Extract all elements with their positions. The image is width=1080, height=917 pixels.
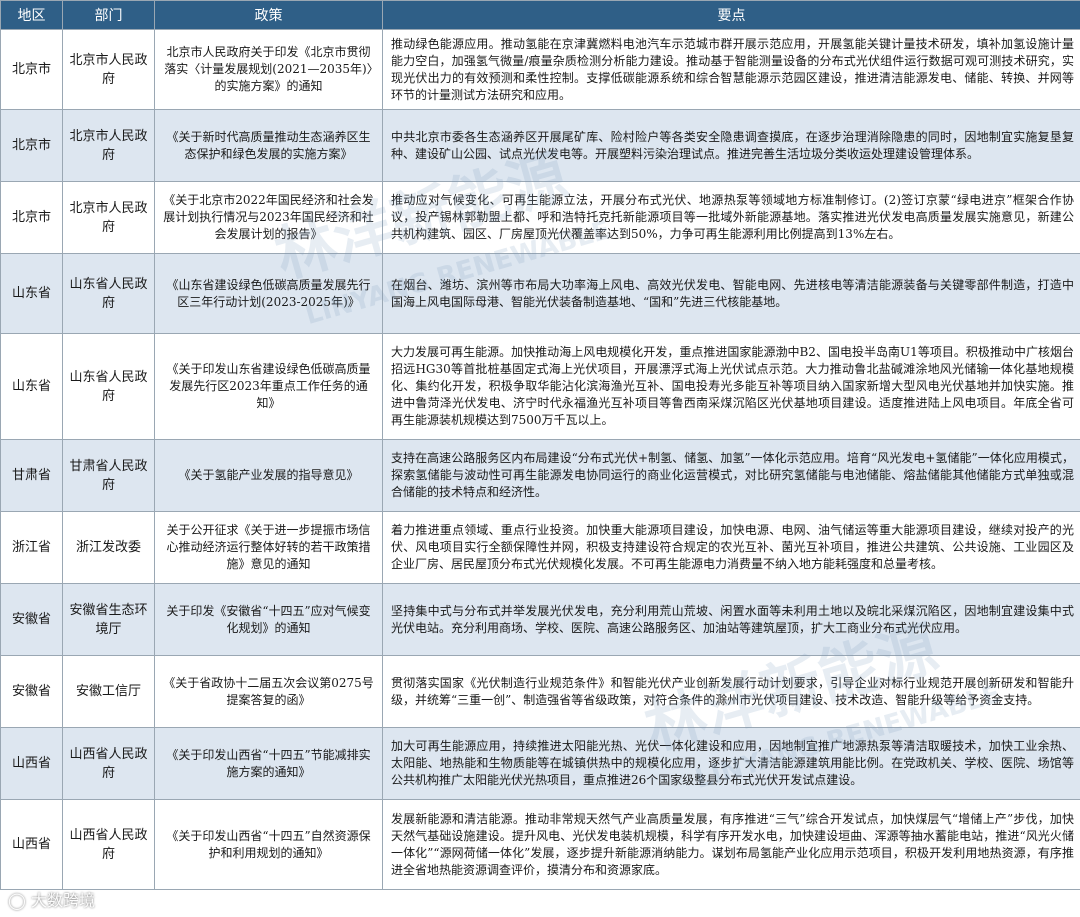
table-row: 甘肃省 甘肃省人民政府 《关于氢能产业发展的指导意见》 支持在高速公路服务区内布… [0,439,1080,512]
cell-points: 推动绿色能源应用。推动氢能在京津冀燃料电池汽车示范城市群开展示范应用，开展氢能关… [382,29,1080,110]
cell-dept: 山西省人民政府 [62,727,155,800]
cell-region: 山西省 [0,799,63,890]
cell-points: 贯彻落实国家《光伏制造行业规范条件》和智能光伏产业创新发展行动计划要求，引导企业… [382,655,1080,728]
logo-icon: ◯ [8,891,26,910]
cell-dept: 山东省人民政府 [62,333,155,440]
cell-dept: 安徽工信厅 [62,655,155,728]
cell-region: 北京市 [0,181,63,254]
cell-policy: 关于印发《安徽省“十四五”应对气候变化规划》的通知 [154,583,383,656]
logo-text: 大数跨境 [31,891,96,910]
table-row: 山西省 山西省人民政府 《关于印发山西省“十四五”节能减排实施方案的通知》 加大… [0,727,1080,800]
cell-points: 中共北京市委各生态涵养区开展尾矿库、险村险户等各类安全隐患调查摸底，在逐步治理消… [382,109,1080,182]
table-row: 北京市 北京市人民政府 《关于北京市2022年国民经济和社会发展计划执行情况与2… [0,181,1080,254]
cell-policy: 《关于新时代高质量推动生态涵养区生态保护和绿色发展的实施方案》 [154,109,383,182]
cell-points: 加大可再生能源应用，持续推进太阳能光热、光伏一体化建设和应用，因地制宜推广地源热… [382,727,1080,800]
cell-policy: 《关于印发山西省“十四五”节能减排实施方案的通知》 [154,727,383,800]
cell-dept: 山东省人民政府 [62,253,155,334]
table-row: 北京市 北京市人民政府 《关于新时代高质量推动生态涵养区生态保护和绿色发展的实施… [0,109,1080,182]
table-row: 北京市 北京市人民政府 北京市人民政府关于印发《北京市贯彻落实〈计量发展规划(2… [0,29,1080,110]
cell-region: 山西省 [0,727,63,800]
cell-region: 山东省 [0,333,63,440]
cell-region: 安徽省 [0,655,63,728]
cell-dept: 北京市人民政府 [62,29,155,110]
table-row: 安徽省 安徽工信厅 《关于省政协十二届五次会议第0275号提案答复的函》 贯彻落… [0,655,1080,728]
cell-policy: 《关于氢能产业发展的指导意见》 [154,439,383,512]
cell-policy: 《关于北京市2022年国民经济和社会发展计划执行情况与2023年国民经济和社会发… [154,181,383,254]
cell-policy: 《关于印发山西省“十四五”自然资源保护和利用规划的通知》 [154,799,383,890]
table-row: 山东省 山东省人民政府 《山东省建设绿色低碳高质量发展先行区三年行动计划(202… [0,253,1080,334]
cell-region: 北京市 [0,29,63,110]
cell-points: 着力推进重点领域、重点行业投资。加快重大能源项目建设，加快电源、电网、油气储运等… [382,511,1080,584]
cell-dept: 安徽省生态环境厅 [62,583,155,656]
table-row: 山西省 山西省人民政府 《关于印发山西省“十四五”自然资源保护和利用规划的通知》… [0,799,1080,890]
cell-dept: 浙江发改委 [62,511,155,584]
cell-points: 支持在高速公路服务区内布局建设“分布式光伏+制氢、储氢、加氢”一体化示范应用。培… [382,439,1080,512]
cell-policy: 《关于印发山东省建设绿色低碳高质量发展先行区2023年重点工作任务的通知》 [154,333,383,440]
cell-region: 甘肃省 [0,439,63,512]
source-logo: ◯ 大数跨境 [8,887,95,911]
cell-policy: 《山东省建设绿色低碳高质量发展先行区三年行动计划(2023-2025年)》 [154,253,383,334]
cell-points: 大力发展可再生能源。加快推动海上风电规模化开发，重点推进国家能源渤中B2、国电投… [382,333,1080,440]
page: 地区 部门 政策 要点 北京市 北京市人民政府 北京市人民政府关于印发《北京市贯… [0,0,1080,917]
policy-table: 地区 部门 政策 要点 北京市 北京市人民政府 北京市人民政府关于印发《北京市贯… [0,0,1080,890]
header-dept: 部门 [62,0,155,30]
table-row: 安徽省 安徽省生态环境厅 关于印发《安徽省“十四五”应对气候变化规划》的通知 坚… [0,583,1080,656]
header-region: 地区 [0,0,63,30]
cell-points: 发展新能源和清洁能源。推动非常规天然气产业高质量发展，有序推进“三气”综合开发试… [382,799,1080,890]
cell-policy: 《关于省政协十二届五次会议第0275号提案答复的函》 [154,655,383,728]
cell-points: 推动应对气候变化、可再生能源立法，开展分布式光伏、地源热泵等领域地方标准制修订。… [382,181,1080,254]
cell-dept: 甘肃省人民政府 [62,439,155,512]
cell-region: 山东省 [0,253,63,334]
cell-dept: 北京市人民政府 [62,181,155,254]
header-points: 要点 [382,0,1080,30]
table-row: 山东省 山东省人民政府 《关于印发山东省建设绿色低碳高质量发展先行区2023年重… [0,333,1080,440]
header-row: 地区 部门 政策 要点 [0,0,1080,30]
cell-dept: 山西省人民政府 [62,799,155,890]
cell-region: 北京市 [0,109,63,182]
cell-policy: 关于公开征求《关于进一步提振市场信心推动经济运行整体好转的若干政策措施》意见的通… [154,511,383,584]
cell-region: 浙江省 [0,511,63,584]
cell-policy: 北京市人民政府关于印发《北京市贯彻落实〈计量发展规划(2021—2035年)〉的… [154,29,383,110]
header-policy: 政策 [154,0,383,30]
table-row: 浙江省 浙江发改委 关于公开征求《关于进一步提振市场信心推动经济运行整体好转的若… [0,511,1080,584]
cell-dept: 北京市人民政府 [62,109,155,182]
cell-points: 坚持集中式与分布式并举发展光伏发电，充分利用荒山荒坡、闲置水面等未利用土地以及皖… [382,583,1080,656]
cell-region: 安徽省 [0,583,63,656]
cell-points: 在烟台、潍坊、滨州等市布局大功率海上风电、高效光伏发电、智能电网、先进核电等清洁… [382,253,1080,334]
